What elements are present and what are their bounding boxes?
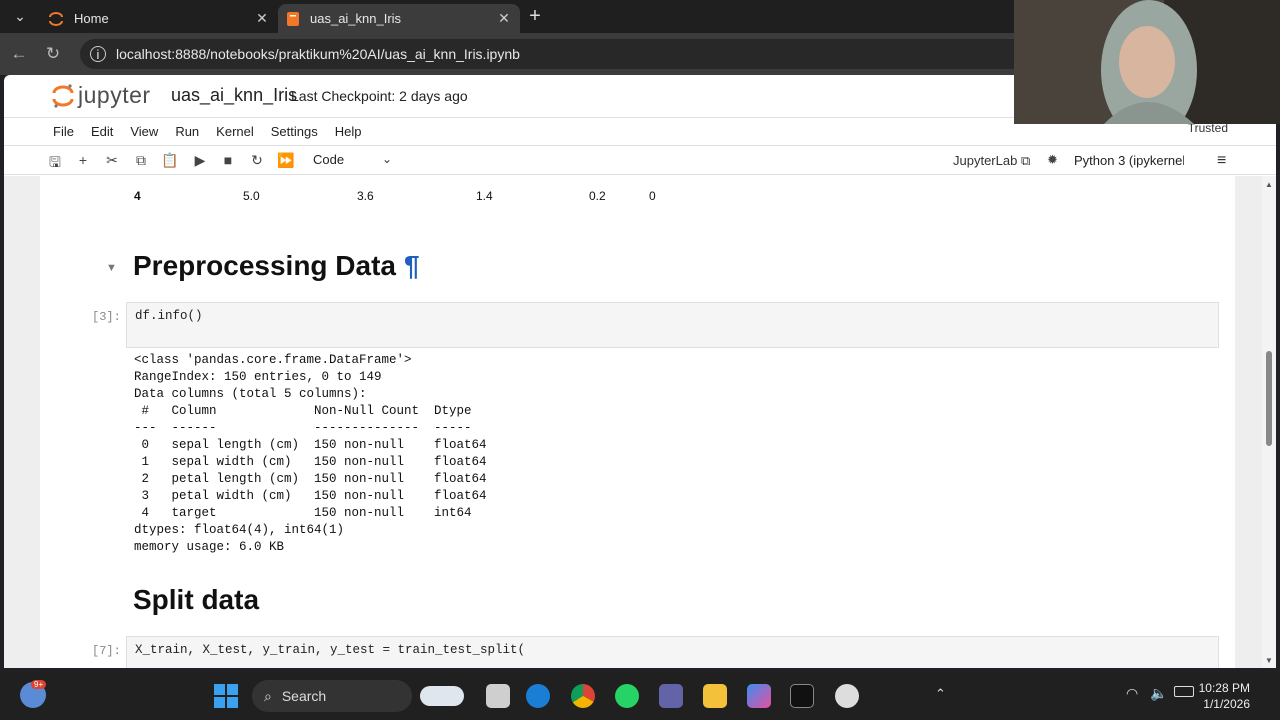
notification-badge: 9+ [31,680,47,689]
new-tab-icon[interactable]: + [520,5,550,28]
browser-tab-notebook[interactable]: uas_ai_knn_Iris ✕ [278,4,520,33]
anchor-link[interactable]: ¶ [404,250,420,281]
edge-icon[interactable] [526,684,550,708]
wifi-icon[interactable]: ◠ [1126,685,1138,702]
menu-view[interactable]: View [130,124,158,139]
notebook-toolbar: 🖫 + ✂ ⧉ 📋 ▶ ■ ↻ ⏩ Code ⌄ JupyterLab ⧉ ✹ … [4,145,1276,175]
run-icon[interactable]: ▶ [191,152,209,169]
task-view-icon[interactable] [486,684,510,708]
kernel-name[interactable]: Python 3 (ipykernel) [1074,153,1184,168]
jupyter-wordmark: jupyter [78,82,151,108]
site-info-icon[interactable]: i [90,46,106,62]
table-cell: 3.6 [357,189,374,203]
browser-tab-home[interactable]: Home ✕ [40,4,278,33]
close-tab-icon[interactable]: ✕ [254,10,270,27]
kernel-status-menu-icon[interactable]: ≡ [1217,152,1226,170]
scrollbar[interactable]: ▲ ▼ [1262,176,1276,668]
jupyter-page: jupyter uas_ai_knn_Iris Last Checkpoint:… [4,75,1276,668]
scrollbar-thumb[interactable] [1266,351,1272,446]
cloud-widget-icon[interactable] [420,686,464,706]
left-gutter [4,176,40,668]
webcam-overlay [1014,0,1280,124]
jupyterlab-link[interactable]: JupyterLab ⧉ [953,153,1030,169]
debugger-icon[interactable]: ✹ [1047,152,1058,168]
system-clock[interactable]: 10:28 PM 1/1/2026 [1199,680,1250,712]
search-label: Search [281,688,327,704]
cell-prompt: [7]: [92,644,121,658]
battery-icon[interactable] [1174,686,1194,697]
tab-title: uas_ai_knn_Iris [310,11,402,26]
code-cell-input[interactable]: X_train, X_test, y_train, y_test = train… [126,636,1219,668]
terminal-icon[interactable] [790,684,814,708]
notebook-title[interactable]: uas_ai_knn_Iris [171,85,297,106]
table-cell: 5.0 [243,189,260,203]
copilot-icon[interactable] [747,684,771,708]
volume-icon[interactable]: 🔈 [1150,685,1167,702]
checkpoint-status: Last Checkpoint: 2 days ago [291,88,468,104]
table-row-index: 4 [134,189,141,203]
close-tab-icon[interactable]: ✕ [496,10,512,27]
save-icon[interactable]: 🖫 [46,152,64,176]
paste-icon[interactable]: 📋 [161,152,179,169]
restart-icon[interactable]: ↻ [248,152,266,169]
start-icon[interactable] [214,684,238,708]
chevron-down-icon[interactable]: ⌄ [382,152,392,166]
tab-title: Home [74,11,109,26]
notebook-favicon-icon [287,11,299,26]
fast-forward-icon[interactable]: ⏩ [277,152,295,169]
table-cell: 0.2 [589,189,606,203]
right-gutter [1235,176,1262,668]
presenter-video-image [1014,0,1280,124]
url-field[interactable]: i localhost:8888/notebooks/praktikum%20A… [80,39,1040,69]
menu-help[interactable]: Help [335,124,362,139]
tab-list-chevron-icon[interactable]: ⌄ [0,0,40,33]
jupyter-logo[interactable]: jupyter [52,82,151,109]
menu-settings[interactable]: Settings [271,124,318,139]
search-icon: ⌕ [264,687,272,704]
cell-type-select[interactable]: Code [313,152,344,167]
menu-file[interactable]: File [53,124,74,139]
stop-icon[interactable]: ■ [219,152,237,168]
menu-kernel[interactable]: Kernel [216,124,254,139]
cell-output: <class 'pandas.core.frame.DataFrame'> Ra… [134,353,487,554]
menu-run[interactable]: Run [175,124,199,139]
chrome-icon[interactable] [571,684,595,708]
taskbar-search[interactable]: ⌕ Search [252,680,412,712]
obs-icon[interactable] [835,684,859,708]
file-explorer-icon[interactable] [703,684,727,708]
teams-icon[interactable] [659,684,683,708]
cell-prompt: [3]: [92,310,121,324]
notebook-area: 4 5.0 3.6 1.4 0.2 0 ▼ Preprocessing Data… [40,176,1235,668]
heading-split-data: Split data [133,584,260,615]
jupyter-favicon-icon [49,11,63,26]
back-icon[interactable]: ← [2,44,36,64]
windows-taskbar: 9+ ⌃ ◠ 🔈 [0,672,1280,720]
clock-date: 1/1/2026 [1203,697,1250,711]
heading-preprocessing: Preprocessing Data ¶ [133,250,420,281]
whatsapp-icon[interactable] [615,684,639,708]
reload-icon[interactable]: ↻ [36,44,70,64]
menu-edit[interactable]: Edit [91,124,113,139]
cut-icon[interactable]: ✂ [103,152,121,169]
table-cell: 1.4 [476,189,493,203]
url-text: localhost:8888/notebooks/praktikum%20AI/… [116,46,520,62]
show-hidden-icons-icon[interactable]: ⌃ [935,686,946,702]
table-cell: 0 [649,189,656,203]
code-cell-input[interactable]: df.info() [126,302,1219,348]
scroll-up-icon[interactable]: ▲ [1265,180,1273,189]
copy-icon[interactable]: ⧉ [132,152,150,169]
clock-time: 10:28 PM [1198,681,1250,695]
collapse-heading-icon[interactable]: ▼ [106,262,117,274]
scroll-down-icon[interactable]: ▼ [1265,656,1273,665]
jupyter-logo-icon [52,83,74,108]
insert-cell-icon[interactable]: + [74,152,92,168]
